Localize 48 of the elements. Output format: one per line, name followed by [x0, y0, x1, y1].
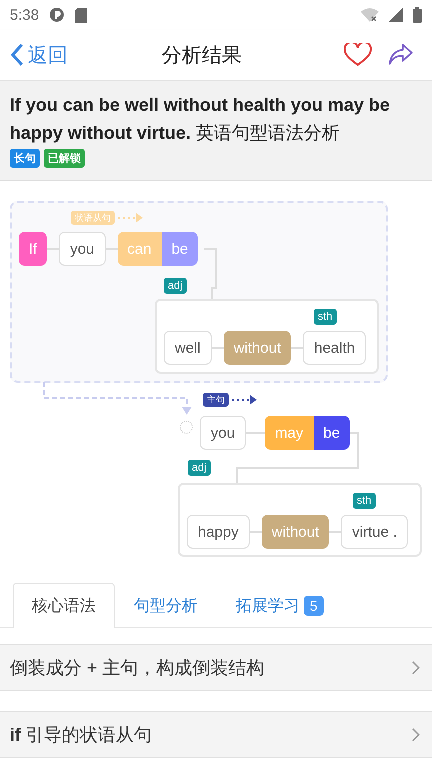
word-node: If: [19, 232, 48, 266]
grammar-item[interactable]: if 引导的状语从句: [0, 711, 432, 758]
word-node: you: [200, 416, 246, 450]
tag: 长句: [10, 149, 40, 168]
word-node: without: [262, 515, 330, 549]
role-tag: adj: [164, 278, 187, 294]
connector-line: [250, 531, 262, 533]
word-node: be: [314, 416, 350, 450]
tab[interactable]: 拓展学习 5: [217, 583, 343, 628]
role-tag: sth: [314, 309, 337, 325]
role-tag: adj: [188, 460, 211, 476]
signal-icon: [389, 8, 403, 22]
word-node: may: [265, 416, 314, 450]
grammar-item[interactable]: 倒装成分 + 主句，构成倒装结构: [0, 644, 432, 691]
placeholder-circle: [180, 421, 193, 434]
word-node: you: [59, 232, 106, 266]
connector-line: [329, 531, 342, 533]
sentence-text: If you can be well without health you may be happy without virtue. 英语句型语法分析: [10, 94, 392, 145]
chevron-icon: [412, 660, 420, 674]
word-node: well: [164, 331, 212, 365]
role-tag: sth: [353, 493, 376, 509]
item-text: 倒装成分 + 主句，构成倒装结构: [10, 656, 265, 680]
word-node: happy: [187, 515, 250, 549]
dotted-arrow-icon: [117, 213, 143, 223]
dotted-arrow-icon: [231, 395, 257, 405]
connector-line: [291, 347, 304, 349]
battery-icon: [413, 7, 422, 23]
back-button[interactable]: 返回: [10, 42, 68, 68]
connector-line: [212, 347, 224, 349]
clause-tag: 主句: [203, 393, 229, 407]
word-node: can: [118, 232, 162, 266]
item-text: if 引导的状语从句: [10, 724, 152, 746]
word-node: virtue .: [341, 515, 408, 549]
back-chevron-icon: [10, 43, 24, 67]
wifi-off-icon: [361, 8, 379, 22]
tab[interactable]: 核心语法: [13, 583, 115, 628]
word-node: without: [224, 331, 292, 365]
word-node: health: [303, 331, 366, 365]
clause-tag: 状语从句: [71, 211, 115, 225]
status-time: 5:38: [10, 6, 40, 24]
sd-card-icon: [75, 8, 88, 22]
page-title: 分析结果: [161, 44, 243, 68]
status-circle-icon: [49, 7, 66, 23]
count-badge: 5: [304, 596, 324, 616]
tag: 已解锁: [44, 149, 85, 168]
word-node: be: [162, 232, 198, 266]
chevron-icon: [412, 728, 420, 742]
tab[interactable]: 句型分析: [115, 583, 217, 628]
